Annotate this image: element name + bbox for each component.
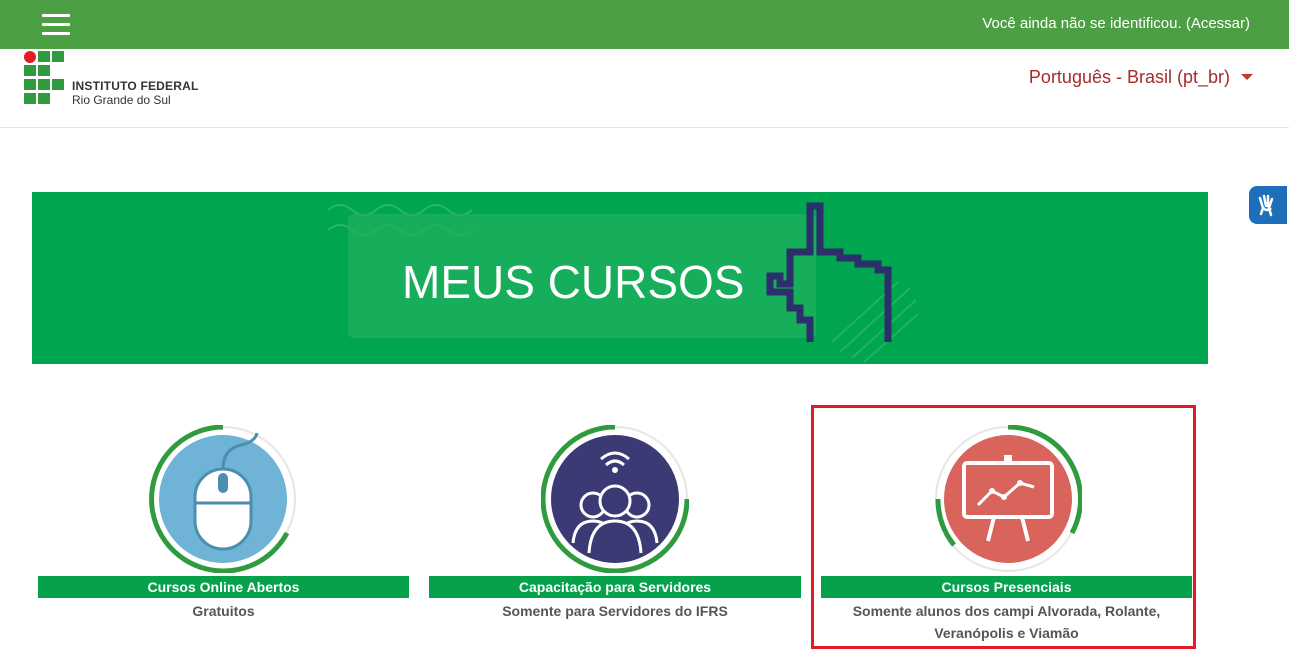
selection-highlight-box	[811, 405, 1196, 649]
login-link[interactable]: Você ainda não se identificou. (Acessar)	[982, 15, 1250, 32]
menu-hamburger-icon[interactable]	[42, 14, 70, 36]
logo-text: INSTITUTO FEDERAL Rio Grande do Sul	[72, 79, 199, 107]
language-selector[interactable]: Português - Brasil (pt_br)	[1029, 67, 1230, 88]
sign-language-accessibility-button[interactable]	[1249, 186, 1287, 224]
card-subtitle-online: Gratuitos	[192, 603, 255, 619]
meus-cursos-banner: MEUS CURSOS	[32, 192, 1208, 364]
mouse-icon[interactable]	[149, 425, 297, 573]
hands-icon	[1258, 194, 1274, 217]
course-card-servidores[interactable]: Capacitação para Servidores Somente para…	[429, 425, 801, 640]
course-card-online[interactable]: Cursos Online Abertos Gratuitos	[38, 425, 409, 640]
card-title-online[interactable]: Cursos Online Abertos	[38, 576, 409, 598]
caret-down-icon[interactable]	[1241, 74, 1253, 80]
logo-line-2: Rio Grande do Sul	[72, 93, 171, 107]
top-navbar: Você ainda não se identificou. (Acessar)	[0, 0, 1289, 49]
card-subtitle-servidores: Somente para Servidores do IFRS	[502, 603, 728, 619]
ifrs-logo-icon[interactable]	[24, 51, 68, 111]
people-wifi-icon[interactable]	[541, 425, 689, 573]
card-title-servidores[interactable]: Capacitação para Servidores	[429, 576, 801, 598]
banner-title: MEUS CURSOS	[402, 256, 744, 308]
logo-line-1: INSTITUTO FEDERAL	[72, 79, 199, 93]
